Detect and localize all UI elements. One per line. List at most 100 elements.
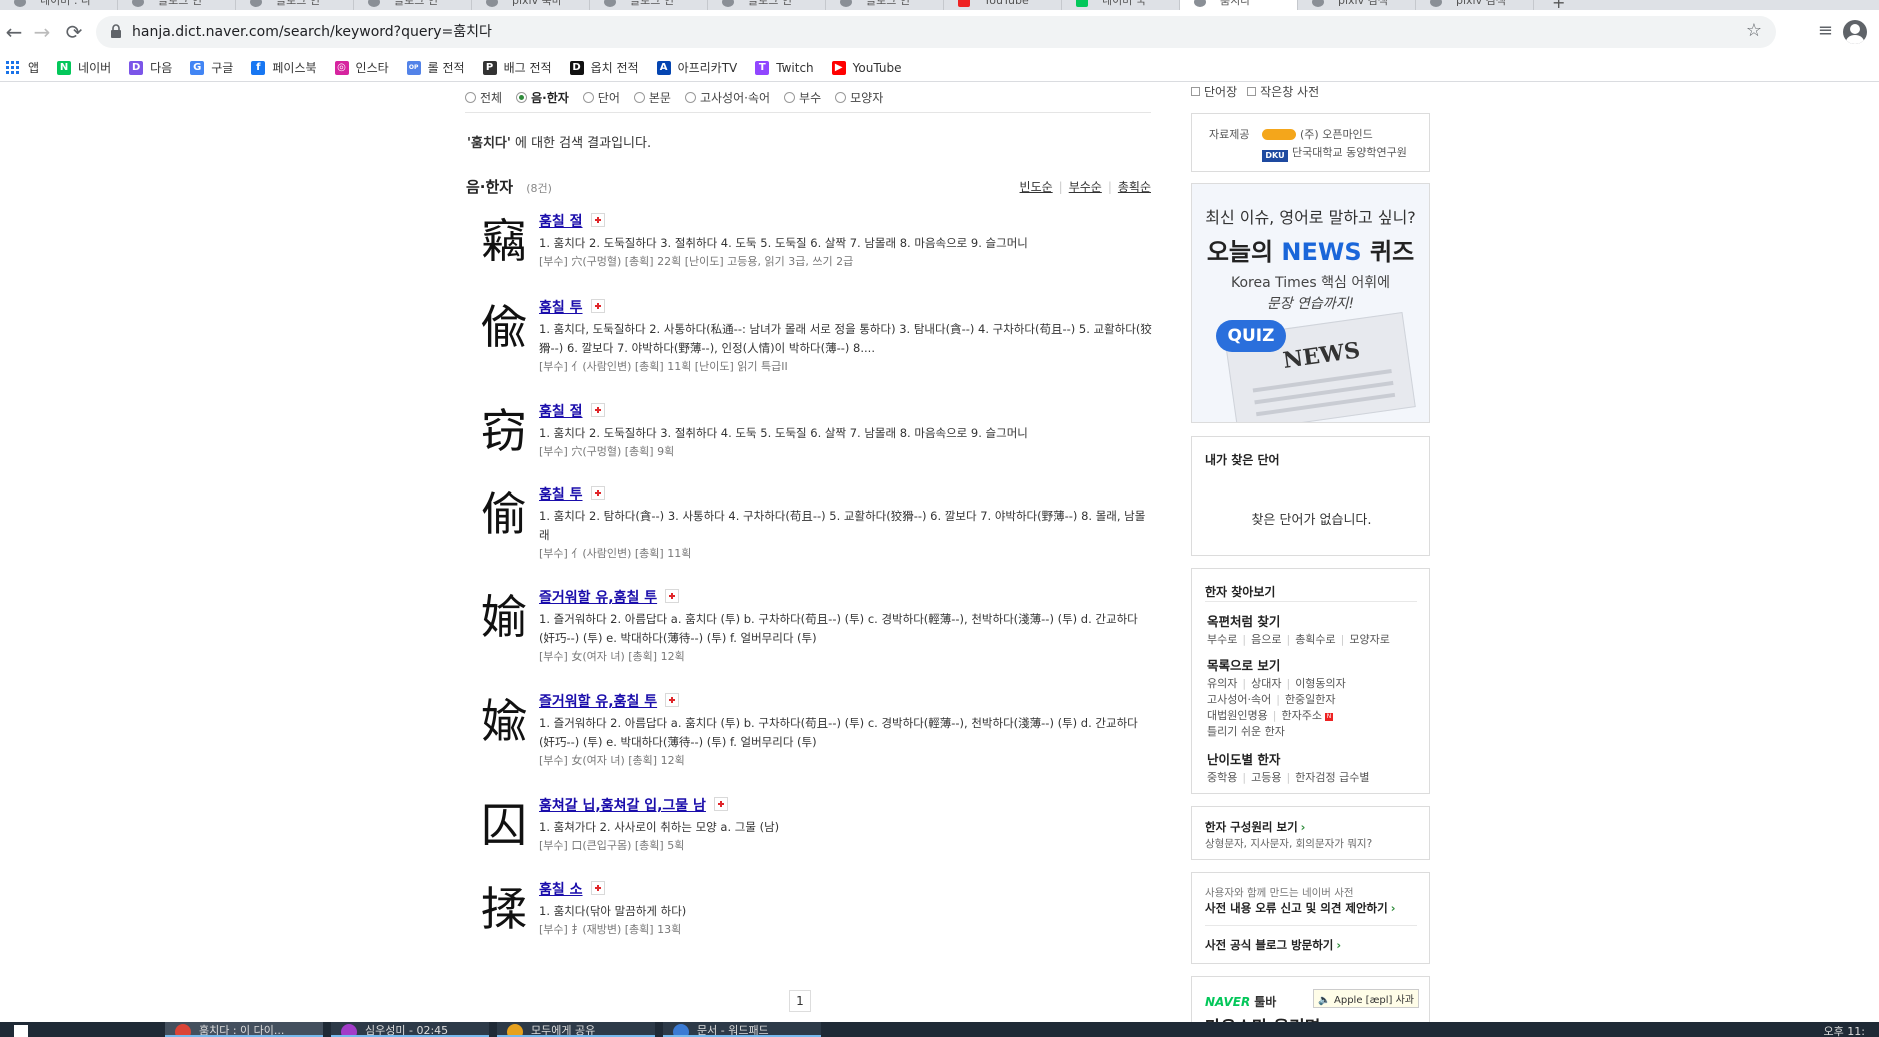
- browser-tab[interactable]: 블로그 인×: [236, 0, 354, 10]
- sort-option[interactable]: 부수순: [1069, 180, 1102, 194]
- news-quiz-ad-banner[interactable]: 최신 이슈, 영어로 말하고 싶니? 오늘의 NEWS 퀴즈 Korea Tim…: [1191, 183, 1430, 423]
- bookmark-instagram[interactable]: ◎ 인스타: [334, 59, 389, 76]
- official-blog-link[interactable]: 사전 공식 블로그 방문하기 ›: [1205, 937, 1341, 953]
- finder-link[interactable]: 한자주소: [1281, 709, 1321, 722]
- filter-radio-2[interactable]: 단어: [582, 89, 620, 106]
- bookmark-apps-grid[interactable]: 앱: [6, 59, 39, 76]
- hanja-character[interactable]: 婾: [478, 691, 530, 751]
- radio-button-icon[interactable]: [835, 92, 847, 103]
- principle-title[interactable]: 한자 구성원리 보기 ›: [1205, 819, 1305, 835]
- radio-button-icon[interactable]: [633, 92, 645, 103]
- radio-button-icon[interactable]: [465, 92, 476, 103]
- radio-button-icon[interactable]: [582, 92, 594, 103]
- add-to-wordbook-icon[interactable]: [590, 486, 605, 500]
- add-to-wordbook-icon[interactable]: [713, 797, 728, 811]
- taskbar-window-button[interactable]: 심우성미 - 02:45: [331, 1022, 489, 1037]
- entry-headword-link[interactable]: 즐거워할 유,훔칠 투: [539, 691, 657, 711]
- taskbar-clock[interactable]: 오후 11:: [1824, 1023, 1865, 1037]
- lock-icon[interactable]: [110, 24, 122, 38]
- bookmark-google[interactable]: G 구글: [190, 59, 233, 76]
- finder-link[interactable]: 중학용: [1207, 771, 1237, 784]
- entry-headword-link[interactable]: 훔칠 절: [539, 211, 583, 231]
- filter-radio-6[interactable]: 모양자: [835, 89, 883, 106]
- url-text[interactable]: hanja.dict.naver.com/search/keyword?quer…: [132, 16, 492, 48]
- bookmark-op-gg[interactable]: OP 롤 전적: [406, 59, 465, 76]
- hanja-principle-panel[interactable]: 한자 구성원리 보기 › 상형문자, 지사문자, 회의문자가 뭐지?: [1191, 806, 1430, 860]
- finder-link[interactable]: 틀리기 쉬운 한자: [1207, 725, 1285, 738]
- bookmark-overwatch[interactable]: D 옵치 전적: [569, 59, 639, 76]
- browser-tab[interactable]: pixiv 검색×: [1298, 0, 1416, 10]
- provider-dku[interactable]: DKU 단국대학교 동양학연구원: [1262, 144, 1407, 162]
- radio-button-icon[interactable]: [784, 92, 796, 103]
- browser-tab[interactable]: pixiv 검색×: [1416, 0, 1534, 10]
- add-to-wordbook-icon[interactable]: [590, 403, 605, 417]
- browser-tab[interactable]: 네이버 국×: [1062, 0, 1180, 10]
- bookmark-star-icon[interactable]: ☆: [1746, 20, 1762, 41]
- finder-link[interactable]: 상대자: [1251, 677, 1281, 690]
- finder-link[interactable]: 대법원인명용: [1207, 709, 1268, 722]
- browser-tab[interactable]: 훔치다×: [1180, 0, 1298, 10]
- entry-headword-link[interactable]: 훔칠 소: [539, 879, 583, 899]
- add-to-wordbook-icon[interactable]: [590, 881, 605, 895]
- radio-button-icon[interactable]: [684, 92, 696, 103]
- filter-radio-5[interactable]: 부수: [784, 89, 821, 106]
- browser-tab[interactable]: 블로그 인×: [708, 0, 826, 10]
- profile-avatar-icon[interactable]: [1843, 20, 1867, 44]
- filter-radio-4[interactable]: 고사성어·속어: [684, 89, 770, 106]
- browser-tab[interactable]: 블로그 인×: [590, 0, 708, 10]
- finder-link[interactable]: 부수로: [1207, 633, 1237, 646]
- bookmark-youtube[interactable]: ▶ YouTube: [831, 60, 901, 75]
- small-window-link[interactable]: 작은창 사전: [1247, 83, 1319, 100]
- entry-headword-link[interactable]: 훔칠 투: [539, 484, 583, 504]
- pagination-current-page[interactable]: 1: [789, 990, 811, 1012]
- address-bar[interactable]: hanja.dict.naver.com/search/keyword?quer…: [96, 16, 1776, 48]
- new-tab-button[interactable]: +: [1534, 0, 1565, 10]
- forward-button[interactable]: →: [28, 18, 56, 46]
- browser-tab[interactable]: 블로그 인×: [354, 0, 472, 10]
- filter-radio-0[interactable]: 전체: [465, 89, 502, 106]
- finder-link[interactable]: 한자검정 급수별: [1295, 771, 1369, 784]
- back-button[interactable]: ←: [0, 18, 28, 46]
- browser-tab[interactable]: 블로그 인×: [118, 0, 236, 10]
- bookmark-facebook[interactable]: f 페이스북: [251, 59, 317, 76]
- sort-option[interactable]: 빈도순: [1020, 180, 1053, 194]
- finder-link[interactable]: 고등용: [1251, 771, 1281, 784]
- bookmark-twitch[interactable]: T Twitch: [755, 60, 814, 75]
- browser-tab[interactable]: pixiv 북마×: [472, 0, 590, 10]
- hanja-character[interactable]: 囚: [478, 795, 530, 855]
- add-to-wordbook-icon[interactable]: [590, 299, 605, 313]
- finder-link[interactable]: 유의자: [1207, 677, 1237, 690]
- taskbar-window-button[interactable]: 문서 - 워드패드: [663, 1022, 821, 1037]
- entry-headword-link[interactable]: 즐거워할 유,훔칠 투: [539, 587, 657, 607]
- reload-button[interactable]: ⟳: [60, 18, 88, 46]
- reading-list-icon[interactable]: ≡: [1818, 20, 1833, 41]
- bookmark-daum[interactable]: D 다음: [129, 59, 172, 76]
- report-error-link[interactable]: 사전 내용 오류 신고 및 의견 제안하기 ›: [1205, 900, 1395, 916]
- radio-button-icon[interactable]: [516, 92, 528, 103]
- hanja-character[interactable]: 偸: [478, 297, 530, 357]
- finder-link[interactable]: 음으로: [1251, 633, 1281, 646]
- windows-start-icon[interactable]: [14, 1025, 28, 1037]
- finder-link[interactable]: 총획수로: [1295, 633, 1335, 646]
- wordbook-link[interactable]: 단어장: [1191, 83, 1237, 100]
- bookmark-naver[interactable]: N 네이버: [57, 59, 111, 76]
- hanja-character[interactable]: 偷: [478, 484, 530, 544]
- finder-link[interactable]: 모양자로: [1349, 633, 1389, 646]
- browser-tab[interactable]: 네이버 : 나×: [0, 0, 118, 10]
- hanja-character[interactable]: 竊: [478, 211, 530, 271]
- browser-tab[interactable]: 블로그 인×: [826, 0, 944, 10]
- taskbar-window-button[interactable]: 훔치다 : 이 다이...: [165, 1022, 323, 1037]
- hanja-character[interactable]: 媮: [478, 587, 530, 647]
- bookmark-pubg[interactable]: P 배그 전적: [482, 59, 552, 76]
- add-to-wordbook-icon[interactable]: [590, 213, 605, 227]
- hanja-character[interactable]: 窃: [478, 401, 530, 461]
- taskbar-window-button[interactable]: 모두에게 공유: [497, 1022, 655, 1037]
- add-to-wordbook-icon[interactable]: [665, 589, 680, 603]
- entry-headword-link[interactable]: 훔칠 절: [539, 401, 583, 421]
- finder-link[interactable]: 고사성어·속어: [1207, 693, 1271, 706]
- entry-headword-link[interactable]: 훔칠 투: [539, 297, 583, 317]
- hanja-character[interactable]: 揉: [478, 879, 530, 939]
- filter-radio-1[interactable]: 음·한자: [516, 89, 569, 106]
- finder-link[interactable]: 이형동의자: [1295, 677, 1346, 690]
- finder-link[interactable]: 한중일한자: [1285, 693, 1336, 706]
